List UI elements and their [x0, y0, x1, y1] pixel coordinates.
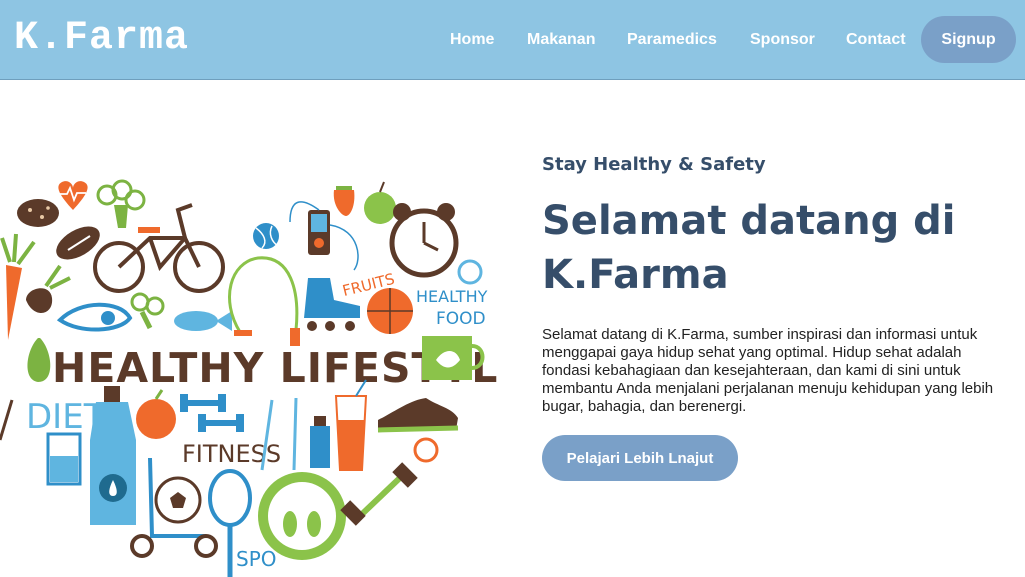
fish-icon: [174, 311, 232, 331]
brand-logo[interactable]: K.Farma: [14, 14, 189, 64]
measuring-tape-icon: [56, 302, 133, 332]
beet-icon: [26, 264, 71, 313]
apple-icon: [364, 181, 396, 224]
water-bottle-icon: [90, 386, 136, 525]
orange-icon: [136, 389, 176, 439]
sport-label: SPO: [236, 547, 277, 571]
pear-icon: [27, 338, 51, 382]
hero-description: Selamat datang di K.Farma, sumber inspir…: [542, 326, 994, 415]
potato-icon: [17, 199, 59, 227]
broccoli-icon: [96, 179, 146, 228]
juice-glass-icon: [334, 379, 368, 471]
dumbbell-brown-icon: [340, 462, 418, 526]
top-navbar: K.Farma Home Makanan Paramedics Sponsor …: [0, 0, 1025, 80]
water-glass-icon: [46, 432, 82, 486]
carrot-icon: [0, 233, 36, 340]
learn-more-button[interactable]: Pelajari Lebih Lnajut: [542, 435, 738, 481]
bicycle-icon: [93, 203, 225, 293]
heart-icon: [58, 181, 88, 210]
jump-rope-icon: [228, 256, 300, 346]
nav-link-home[interactable]: Home: [450, 30, 494, 50]
healthy-lifestyle-illustration: FRUITS HEALTHY FOOD HEALTHY LIFESTYLE DI…: [0, 179, 500, 577]
sport-bottle-icon: [310, 416, 330, 468]
alarm-clock-icon: [389, 203, 459, 278]
signup-button[interactable]: Signup: [921, 16, 1016, 63]
healthy-label: HEALTHY: [416, 287, 488, 306]
nav-link-paramedics[interactable]: Paramedics: [627, 30, 717, 50]
basketball-icon: [367, 288, 413, 334]
nav-link-sponsor[interactable]: Sponsor: [750, 30, 815, 50]
strawberry-icon: [333, 186, 355, 216]
nav-link-contact[interactable]: Contact: [846, 30, 906, 50]
soccer-ball-icon: [154, 476, 202, 524]
nav-link-makanan[interactable]: Makanan: [527, 30, 595, 50]
dumbbell-icon: [180, 394, 244, 432]
hero-content: Stay Healthy & Safety Selamat datang di …: [542, 150, 1022, 481]
hero-tagline: Stay Healthy & Safety: [542, 154, 766, 175]
hero-headline: Selamat datang di K.Farma: [542, 198, 956, 298]
broccoli-small-icon: [130, 292, 165, 330]
sneaker-icon: [377, 398, 459, 433]
ball-icon: [253, 223, 279, 249]
food-label: FOOD: [436, 309, 486, 329]
